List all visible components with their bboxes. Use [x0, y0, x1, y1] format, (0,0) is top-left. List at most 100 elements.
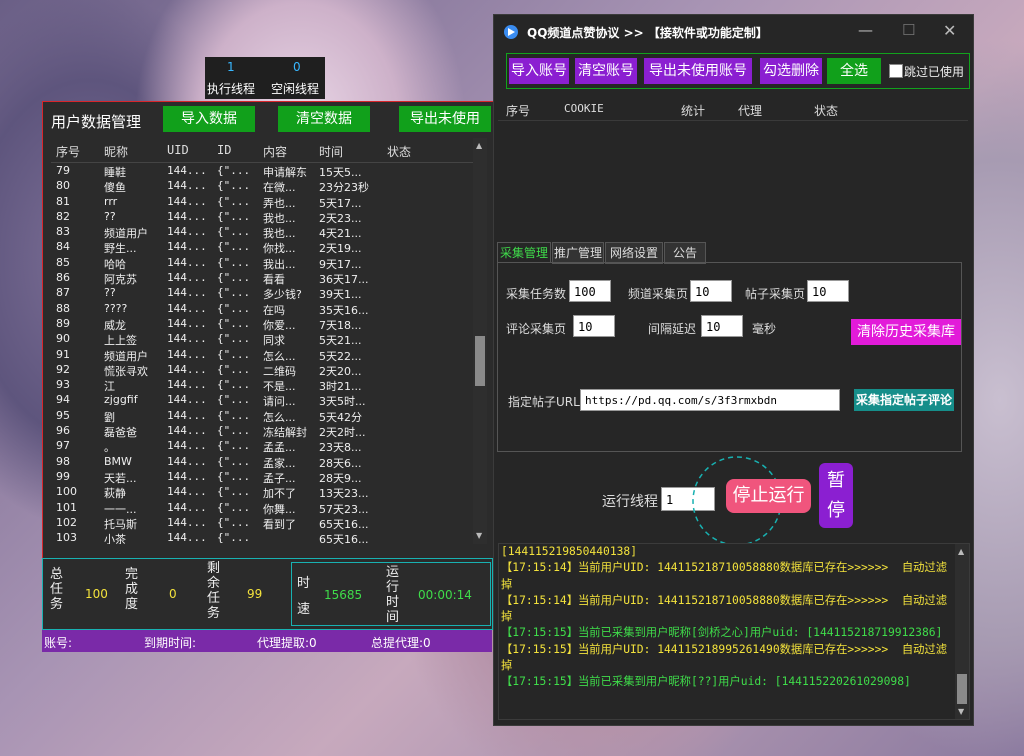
export-unused-account-button[interactable]: 导出未使用账号 [644, 58, 752, 84]
table-row[interactable]: 88???? 144... {"... 在吗 35天16... [51, 301, 474, 317]
check-delete-button[interactable]: 勾选删除 [760, 58, 822, 84]
table-row[interactable]: 87?? 144... {"... 多少钱? 39天1... [51, 285, 474, 301]
tab-network[interactable]: 网络设置 [605, 242, 663, 264]
tab-collect[interactable]: 采集管理 [497, 242, 551, 263]
table-row[interactable]: 92 慌张寻欢 144... {"... 二维码 2天20... [51, 362, 474, 378]
account-table-body[interactable] [498, 121, 968, 239]
table-row[interactable]: 84 野生... 144... {"... 你找... 2天19... [51, 239, 474, 255]
import-account-button[interactable]: 导入账号 [509, 58, 569, 84]
total-task-label: 总任务 [50, 567, 64, 612]
table-row[interactable]: 99 天若... 144... {"... 孟子... 28天9... [51, 469, 474, 485]
table-row[interactable]: 95 劉 144... {"... 怎么... 5天42分 [51, 408, 474, 424]
clear-data-button[interactable]: 清空数据 [278, 106, 370, 132]
user-data-table[interactable]: 序号 昵称 UID ID 内容 时间 状态 79 睡鞋 144... {"... 申请解… [51, 138, 474, 544]
channel-pages-input[interactable]: 10 [690, 280, 732, 302]
table-row[interactable]: 89 威龙 144... {"... 你爱... 7天18... [51, 316, 474, 332]
delay-input[interactable]: 10 [701, 315, 743, 337]
table-cell: {"... [217, 271, 251, 285]
table-cell: 94 [56, 393, 70, 407]
table-cell: {"... [217, 424, 251, 438]
table-cell: 99 [56, 469, 70, 483]
status-bar: 账号: 到期时间: 代理提取:0 总提代理:0 [42, 630, 492, 652]
exec-thread-label: 执行线程 [207, 82, 256, 96]
table-cell: 98 [56, 454, 70, 468]
comment-pages-input[interactable]: 10 [573, 315, 615, 337]
stop-button[interactable]: 停止运行 [726, 479, 811, 513]
scroll-down-icon[interactable]: ▼ [476, 531, 482, 540]
table-row[interactable]: 90 上上签 144... {"... 同求 5天21... [51, 331, 474, 347]
table-cell: 144... [167, 164, 207, 177]
table-cell: {"... [217, 209, 251, 223]
post-url-input[interactable]: https://pd.qq.com/s/3f3rmxbdn [580, 389, 840, 411]
table-cell: 144... [167, 209, 207, 223]
table-cell: 144... [167, 225, 207, 239]
table-row[interactable]: 96 磊爸爸 144... {"... 冻结解封 2天2时... [51, 423, 474, 439]
clear-history-button[interactable]: 清除历史采集库 [851, 319, 961, 345]
export-unused-button[interactable]: 导出未使用 [399, 106, 491, 132]
select-all-button[interactable]: 全选 [827, 58, 881, 84]
exec-thread-value: 1 [227, 60, 235, 74]
task-count-input[interactable]: 100 [569, 280, 611, 302]
table-cell: 小茶 [104, 533, 126, 544]
tab-notice[interactable]: 公告 [664, 242, 706, 264]
log-scrollbar[interactable]: ▲ ▼ [955, 544, 969, 719]
table-cell: 89 [56, 316, 70, 330]
log-line: [144115219850440138] [501, 545, 638, 558]
skip-used-checkbox[interactable] [889, 64, 903, 78]
table-cell: {"... [217, 393, 251, 407]
scroll-up-icon[interactable]: ▲ [958, 547, 964, 556]
table-row[interactable]: 100 萩静 144... {"... 加不了 13天23... [51, 484, 474, 500]
log-lines: [144115219850440138] 【17:15:14】当前用户UID: 1… [499, 544, 969, 691]
table-row[interactable]: 97。 144... {"... 孟孟... 23天8... [51, 438, 474, 454]
table-row[interactable]: 98 BMW 144... {"... 孟家... 28天6... [51, 454, 474, 470]
table-cell: 144... [167, 500, 207, 514]
table-cell: 96 [56, 424, 70, 438]
table-row[interactable]: 82?? 144... {"... 我也... 2天23... [51, 209, 474, 225]
table-row[interactable]: 93 江 144... {"... 不是... 3时21... [51, 377, 474, 393]
tab-promote[interactable]: 推广管理 [552, 242, 604, 264]
table-cell: 144... [167, 393, 207, 407]
table-cell: 144... [167, 240, 207, 254]
table-cell: {"... [217, 500, 251, 514]
table-row[interactable]: 79 睡鞋 144... {"... 申请解东 15天5... [51, 163, 474, 179]
table-row[interactable]: 101 一一... 144... {"... 你舞... 57天23... [51, 500, 474, 516]
table-cell: zjggfif [104, 393, 138, 407]
table-row[interactable]: 85 哈哈 144... {"... 我出... 9天17... [51, 255, 474, 271]
table-row[interactable]: 80 傻鱼 144... {"... 在微... 23分23秒 [51, 178, 474, 194]
table-cell: 86 [56, 271, 70, 285]
total-proxy-status: 总提代理:0 [371, 636, 431, 650]
close-icon[interactable]: ✕ [943, 21, 956, 40]
log-line: 【17:15:15】当前已采集到用户昵称[??]用户uid: [14411522… [501, 675, 911, 689]
import-data-button[interactable]: 导入数据 [163, 106, 255, 132]
column-header: 统计 [681, 104, 706, 118]
table-cell: 84 [56, 240, 70, 254]
table-cell: 144... [167, 286, 207, 300]
table-row[interactable]: 91 频道用户 144... {"... 怎么... 5天22... [51, 347, 474, 363]
clear-account-button[interactable]: 清空账号 [575, 58, 637, 84]
table-row[interactable]: 86 阿克苏 144... {"... 看看 36天17... [51, 270, 474, 286]
maximize-icon[interactable]: ☐ [902, 21, 915, 39]
log-output[interactable]: [144115219850440138] 【17:15:14】当前用户UID: 1… [498, 543, 970, 720]
window-title: QQ频道点赞协议 >> 【接软件或功能定制】 [527, 26, 768, 40]
table-cell: 101 [56, 500, 77, 514]
table-row[interactable]: 103 小茶 144... {"... 65天16... [51, 530, 474, 544]
scroll-thumb[interactable] [957, 674, 967, 704]
table-scrollbar[interactable]: ▲ ▼ [473, 138, 487, 544]
collect-comments-button[interactable]: 采集指定帖子评论 [854, 389, 954, 411]
scroll-up-icon[interactable]: ▲ [476, 141, 482, 150]
table-cell: 144... [167, 271, 207, 285]
column-header: 时间 [319, 145, 344, 159]
table-row[interactable]: 102 托马斯 144... {"... 看到了 65天16... [51, 515, 474, 531]
table-row[interactable]: 94 zjggfif 144... {"... 请问... 3天5时... [51, 392, 474, 408]
post-pages-input[interactable]: 10 [807, 280, 849, 302]
table-row[interactable]: 83 频道用户 144... {"... 我也... 4天21... [51, 224, 474, 240]
table-row[interactable]: 81 rrr 144... {"... 弄也... 5天17... [51, 194, 474, 210]
table-cell: 92 [56, 362, 70, 376]
pause-button[interactable]: 暂停 [819, 463, 853, 528]
comment-pages-label: 评论采集页 [506, 322, 567, 336]
scroll-thumb[interactable] [475, 336, 485, 386]
minimize-icon[interactable]: — [858, 21, 873, 39]
table-body: 79 睡鞋 144... {"... 申请解东 15天5... 80 傻鱼 144... {"..… [51, 163, 474, 544]
account-toolbar: 导入账号 清空账号 导出未使用账号 勾选删除 全选 跳过已使用 [506, 53, 970, 89]
scroll-down-icon[interactable]: ▼ [958, 707, 964, 716]
